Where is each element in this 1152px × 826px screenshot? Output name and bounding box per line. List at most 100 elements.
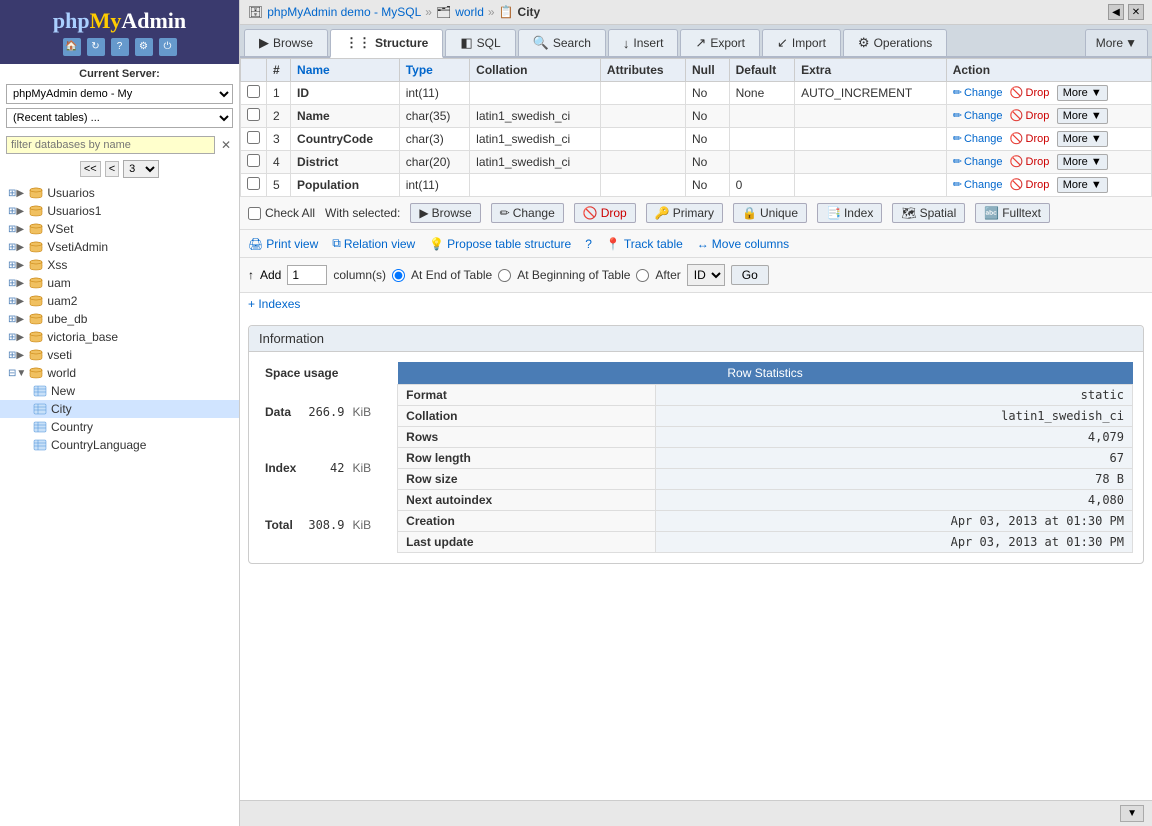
- sidebar-item-world_new[interactable]: New: [0, 382, 239, 400]
- expand-icon-vset[interactable]: ▶: [16, 224, 28, 235]
- home-icon[interactable]: 🏠: [63, 38, 81, 56]
- expand-icon-usuarios1[interactable]: ▶: [16, 206, 28, 217]
- tab-insert[interactable]: ↓ Insert: [608, 29, 679, 56]
- plusminus-icon-usuarios1[interactable]: ⊞: [8, 206, 16, 217]
- browse-btn[interactable]: ▶ Browse: [410, 203, 480, 223]
- change-link[interactable]: ✏ Change: [953, 86, 1003, 99]
- plusminus-icon-victoria_base[interactable]: ⊞: [8, 332, 16, 343]
- expand-icon-vsetiadmin[interactable]: ▶: [16, 242, 28, 253]
- filter-clear-button[interactable]: ✕: [219, 138, 233, 152]
- tab-browse[interactable]: ▶ Browse: [244, 29, 328, 56]
- more-button[interactable]: More ▼: [1057, 108, 1108, 124]
- plusminus-icon-vset[interactable]: ⊞: [8, 224, 16, 235]
- sidebar-item-vset[interactable]: ⊞▶VSet: [0, 220, 239, 238]
- expand-icon-victoria_base[interactable]: ▶: [16, 332, 28, 343]
- expand-icon-vseti[interactable]: ▶: [16, 350, 28, 361]
- change-btn[interactable]: ✏ Change: [491, 203, 564, 223]
- row-checkbox[interactable]: [241, 128, 267, 151]
- tab-search[interactable]: 🔍 Search: [518, 29, 606, 56]
- after-radio[interactable]: [636, 269, 649, 282]
- at-end-radio[interactable]: [392, 269, 405, 282]
- change-link[interactable]: ✏ Change: [953, 178, 1003, 191]
- table-select[interactable]: (Recent tables) ...: [6, 108, 233, 128]
- sidebar-item-world[interactable]: ⊟▼world: [0, 364, 239, 382]
- plusminus-icon-vseti[interactable]: ⊞: [8, 350, 16, 361]
- tab-structure[interactable]: ⋮⋮ Structure: [330, 29, 443, 58]
- drop-btn[interactable]: 🚫 Drop: [574, 203, 636, 223]
- print-view-link[interactable]: 🖨 Print view: [248, 237, 318, 251]
- settings-icon[interactable]: ⚙: [135, 38, 153, 56]
- plusminus-icon-uam2[interactable]: ⊞: [8, 296, 16, 307]
- exit-icon[interactable]: ⏻: [159, 38, 177, 56]
- plusminus-icon-vsetiadmin[interactable]: ⊞: [8, 242, 16, 253]
- spatial-btn[interactable]: 🗺 Spatial: [892, 203, 965, 223]
- expand-icon-usuarios[interactable]: ▶: [16, 188, 28, 199]
- help-icon[interactable]: ?: [111, 38, 129, 56]
- row-checkbox[interactable]: [241, 151, 267, 174]
- primary-btn[interactable]: 🔑 Primary: [646, 203, 723, 223]
- tab-more[interactable]: More ▼: [1085, 29, 1148, 56]
- expand-icon-uam2[interactable]: ▶: [16, 296, 28, 307]
- row-checkbox[interactable]: [241, 82, 267, 105]
- expand-icon-xss[interactable]: ▶: [16, 260, 28, 271]
- drop-link[interactable]: 🚫 Drop: [1010, 86, 1050, 99]
- row-checkbox[interactable]: [241, 105, 267, 128]
- drop-link[interactable]: 🚫 Drop: [1010, 155, 1050, 168]
- collapse-button[interactable]: ▼: [1120, 805, 1144, 822]
- add-column-input[interactable]: [287, 265, 327, 285]
- sidebar-item-victoria_base[interactable]: ⊞▶victoria_base: [0, 328, 239, 346]
- row-checkbox[interactable]: [241, 174, 267, 197]
- expand-icon-world[interactable]: ▼: [16, 368, 28, 379]
- expand-icon-ube_db[interactable]: ▶: [16, 314, 28, 325]
- maximize-button[interactable]: ✕: [1128, 4, 1144, 20]
- sidebar-item-vsetiadmin[interactable]: ⊞▶VsetiAdmin: [0, 238, 239, 256]
- fulltext-btn[interactable]: 🔤 Fulltext: [975, 203, 1050, 223]
- breadcrumb-db[interactable]: world: [455, 5, 484, 19]
- check-all-checkbox[interactable]: [248, 207, 261, 220]
- pagination-prev-prev[interactable]: <<: [80, 161, 101, 177]
- more-button[interactable]: More ▼: [1057, 131, 1108, 147]
- sidebar-item-usuarios1[interactable]: ⊞▶Usuarios1: [0, 202, 239, 220]
- drop-link[interactable]: 🚫 Drop: [1010, 132, 1050, 145]
- sidebar-item-xss[interactable]: ⊞▶Xss: [0, 256, 239, 274]
- change-link[interactable]: ✏ Change: [953, 132, 1003, 145]
- page-num-select[interactable]: 3: [123, 160, 159, 178]
- minimize-button[interactable]: ◀: [1108, 4, 1124, 20]
- propose-help-icon[interactable]: ?: [585, 237, 592, 251]
- at-beginning-radio[interactable]: [498, 269, 511, 282]
- expand-icon-uam[interactable]: ▶: [16, 278, 28, 289]
- change-link[interactable]: ✏ Change: [953, 109, 1003, 122]
- indexes-link[interactable]: + Indexes: [248, 297, 300, 311]
- col-header-type[interactable]: Type: [399, 59, 469, 82]
- sidebar-item-uam2[interactable]: ⊞▶uam2: [0, 292, 239, 310]
- drop-link[interactable]: 🚫 Drop: [1010, 109, 1050, 122]
- after-column-select[interactable]: ID: [687, 264, 725, 286]
- sidebar-item-usuarios[interactable]: ⊞▶Usuarios: [0, 184, 239, 202]
- tab-export[interactable]: ↗ Export: [680, 29, 760, 56]
- sidebar-item-world_country[interactable]: Country: [0, 418, 239, 436]
- tab-import[interactable]: ↙ Import: [762, 29, 841, 56]
- pagination-prev[interactable]: <: [105, 161, 119, 177]
- plusminus-icon-ube_db[interactable]: ⊞: [8, 314, 16, 325]
- track-table-link[interactable]: 📍 Track table: [606, 237, 683, 251]
- col-header-name[interactable]: Name: [291, 59, 400, 82]
- plusminus-icon-xss[interactable]: ⊞: [8, 260, 16, 271]
- breadcrumb-server[interactable]: phpMyAdmin demo - MySQL: [267, 5, 421, 19]
- move-columns-link[interactable]: ↔ Move columns: [697, 237, 789, 251]
- sidebar-item-uam[interactable]: ⊞▶uam: [0, 274, 239, 292]
- relation-view-link[interactable]: ⧉ Relation view: [332, 236, 415, 251]
- more-button[interactable]: More ▼: [1057, 85, 1108, 101]
- index-btn[interactable]: 📑 Index: [817, 203, 882, 223]
- sidebar-item-world_countrylanguage[interactable]: CountryLanguage: [0, 436, 239, 454]
- drop-link[interactable]: 🚫 Drop: [1010, 178, 1050, 191]
- server-select[interactable]: phpMyAdmin demo - My: [6, 84, 233, 104]
- filter-input[interactable]: [6, 136, 215, 154]
- sidebar-item-vseti[interactable]: ⊞▶vseti: [0, 346, 239, 364]
- sidebar-item-world_city[interactable]: City: [0, 400, 239, 418]
- change-link[interactable]: ✏ Change: [953, 155, 1003, 168]
- sidebar-item-ube_db[interactable]: ⊞▶ube_db: [0, 310, 239, 328]
- plusminus-icon-usuarios[interactable]: ⊞: [8, 188, 16, 199]
- tab-sql[interactable]: ◧ SQL: [445, 29, 515, 56]
- more-button[interactable]: More ▼: [1057, 154, 1108, 170]
- more-button[interactable]: More ▼: [1057, 177, 1108, 193]
